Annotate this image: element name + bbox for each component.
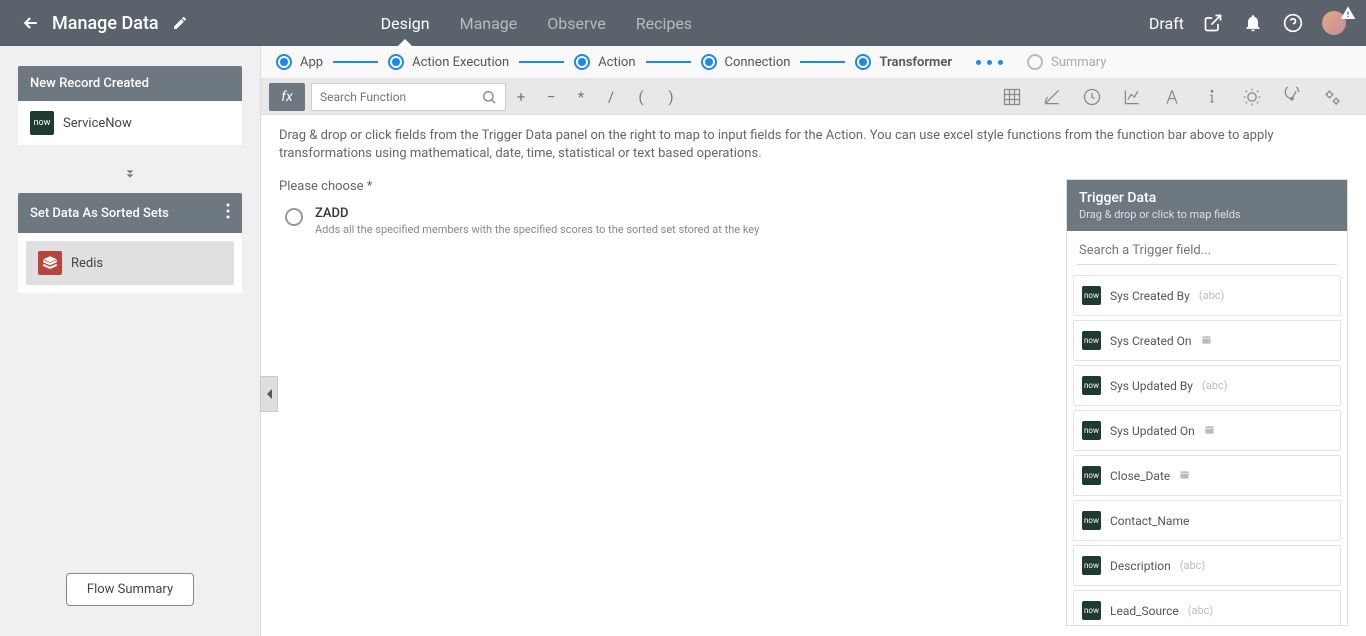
servicenow-icon: now xyxy=(1082,511,1101,530)
trigger-panel-subtitle: Drag & drop or click to map fields xyxy=(1079,208,1335,221)
collapse-sidebar-button[interactable] xyxy=(260,376,278,412)
action-app-row[interactable]: Redis xyxy=(26,241,234,285)
bell-icon[interactable] xyxy=(1242,12,1264,34)
warning-icon xyxy=(1340,5,1356,25)
trigger-field[interactable]: nowDescription(abc) xyxy=(1073,545,1341,586)
choose-label: Please choose * xyxy=(279,179,1046,194)
sidebar: New Record Created now ServiceNow Set Da… xyxy=(0,46,260,636)
help-text: Drag & drop or click fields from the Tri… xyxy=(261,115,1366,171)
op-divide[interactable]: / xyxy=(596,83,626,111)
op-paren-open[interactable]: ( xyxy=(626,83,656,111)
servicenow-icon: now xyxy=(1082,286,1101,305)
tab-manage[interactable]: Manage xyxy=(460,2,518,45)
gauge-icon[interactable] xyxy=(1281,86,1303,108)
trigger-panel-title: Trigger Data xyxy=(1079,190,1335,206)
flow-summary-button[interactable]: Flow Summary xyxy=(66,573,194,606)
page-title: Manage Data xyxy=(52,13,159,34)
trigger-field[interactable]: nowSys Updated On xyxy=(1073,410,1341,451)
step-transformer[interactable]: Transformer xyxy=(855,54,952,70)
chart-icon[interactable] xyxy=(1121,86,1143,108)
back-arrow-icon[interactable] xyxy=(20,12,42,34)
steps-bar: App Action Execution Action Connection T… xyxy=(261,46,1366,79)
trigger-data-panel: Trigger Data Drag & drop or click to map… xyxy=(1066,179,1348,626)
search-function-input[interactable] xyxy=(311,83,506,111)
step-action[interactable]: Action xyxy=(574,54,635,70)
op-minus[interactable]: − xyxy=(536,83,566,111)
option-zadd[interactable]: ZADD Adds all the specified members with… xyxy=(279,206,1046,236)
step-connection[interactable]: Connection xyxy=(701,54,791,70)
info-icon[interactable] xyxy=(1201,86,1223,108)
servicenow-icon: now xyxy=(1082,466,1101,485)
edit-icon[interactable] xyxy=(169,12,191,34)
function-bar: fx + − * / ( ) xyxy=(261,79,1366,115)
step-summary: Summary xyxy=(1027,54,1106,70)
status-label: Draft xyxy=(1149,14,1184,33)
op-plus[interactable]: + xyxy=(506,83,536,111)
trigger-search-input[interactable] xyxy=(1077,237,1337,265)
trigger-field[interactable]: nowClose_Date xyxy=(1073,455,1341,496)
servicenow-icon: now xyxy=(1082,331,1101,350)
trigger-field-list[interactable]: nowSys Created By(abc)nowSys Created Onn… xyxy=(1067,271,1347,625)
op-multiply[interactable]: * xyxy=(566,83,596,111)
servicenow-icon: now xyxy=(1082,376,1101,395)
avatar[interactable] xyxy=(1322,11,1346,35)
connector-icon xyxy=(18,153,242,193)
trigger-field[interactable]: nowSys Created By(abc) xyxy=(1073,275,1341,316)
step-app[interactable]: App xyxy=(276,54,323,70)
angle-icon[interactable] xyxy=(1041,86,1063,108)
servicenow-icon: now xyxy=(1082,556,1101,575)
bulb-icon[interactable] xyxy=(1241,86,1263,108)
action-card-header[interactable]: Set Data As Sorted Sets xyxy=(18,193,242,233)
step-action-execution[interactable]: Action Execution xyxy=(388,54,509,70)
fx-icon[interactable]: fx xyxy=(269,83,305,111)
trigger-field[interactable]: nowSys Created On xyxy=(1073,320,1341,361)
clock-icon[interactable] xyxy=(1081,86,1103,108)
gears-icon[interactable] xyxy=(1321,86,1343,108)
trigger-card-header[interactable]: New Record Created xyxy=(18,66,242,101)
text-icon[interactable] xyxy=(1161,86,1183,108)
tab-recipes[interactable]: Recipes xyxy=(636,2,692,45)
grid-icon[interactable] xyxy=(1001,86,1023,108)
help-icon[interactable] xyxy=(1282,12,1304,34)
trigger-field[interactable]: nowContact_Name xyxy=(1073,500,1341,541)
trigger-field[interactable]: nowLead_Source(abc) xyxy=(1073,590,1341,625)
trigger-app-row[interactable]: now ServiceNow xyxy=(18,101,242,145)
servicenow-icon: now xyxy=(1082,601,1101,620)
tab-design[interactable]: Design xyxy=(381,2,430,45)
trigger-field[interactable]: nowSys Updated By(abc) xyxy=(1073,365,1341,406)
search-icon xyxy=(481,89,497,105)
servicenow-icon: now xyxy=(1082,421,1101,440)
radio-icon[interactable] xyxy=(285,208,303,226)
open-external-icon[interactable] xyxy=(1202,12,1224,34)
more-icon[interactable] xyxy=(226,203,230,223)
redis-icon xyxy=(38,251,62,275)
servicenow-icon: now xyxy=(30,111,54,135)
tab-observe[interactable]: Observe xyxy=(547,2,605,45)
op-paren-close[interactable]: ) xyxy=(656,83,686,111)
